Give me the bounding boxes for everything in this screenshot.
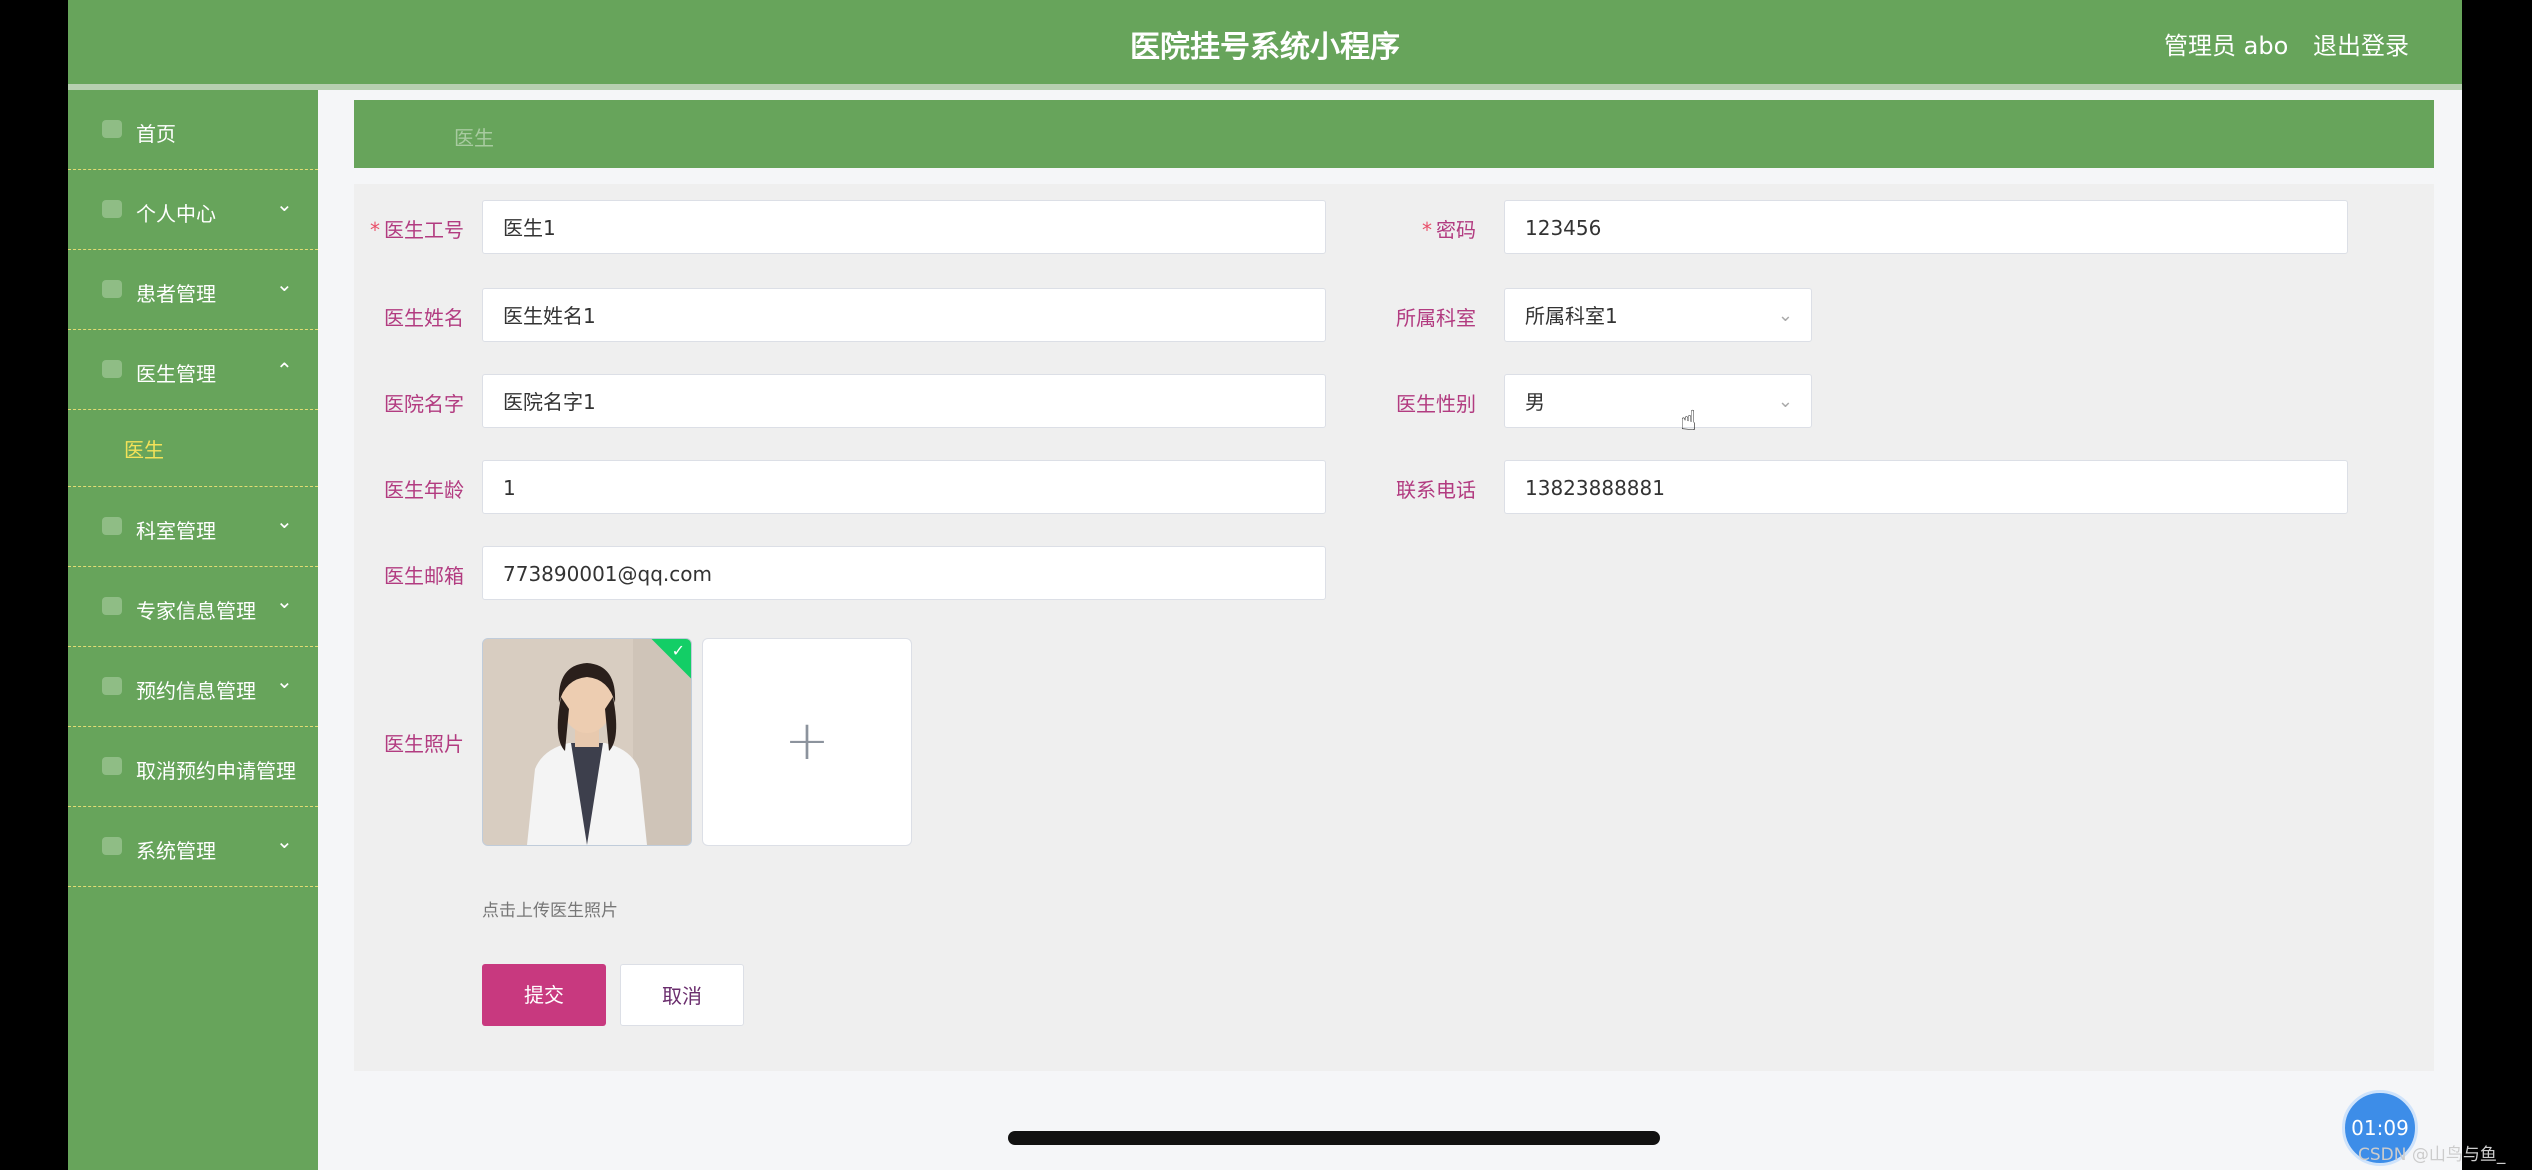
doctor-id-label: * 医生工号 [370, 218, 464, 242]
hospital-name-label: 医院名字 [384, 392, 464, 416]
upload-success-check-icon: ✓ [671, 641, 685, 660]
app-title: 医院挂号系统小程序 [1130, 30, 1400, 65]
sidebar-subitem-doctor[interactable]: 医生 [68, 410, 318, 487]
chevron-down-icon: ⌄ [276, 669, 293, 693]
age-label: 医生年龄 [384, 478, 464, 502]
main-content: 医生 * 医生工号 医生1 * 密码 123456 医生姓名 医生姓名1 所属科室 … [354, 100, 2434, 1075]
breadcrumb-item[interactable]: 医生 [454, 122, 494, 151]
photo-upload-button[interactable]: + [702, 638, 912, 846]
home-icon [102, 120, 122, 138]
sidebar-item-home[interactable]: 首页 [68, 90, 318, 170]
doctor-photo-thumbnail[interactable]: ✓ [482, 638, 692, 846]
department-select[interactable]: 所属科室1 ⌄ [1504, 288, 1812, 342]
cancel-button[interactable]: 取消 [620, 964, 744, 1026]
chevron-down-icon: ⌄ [276, 272, 293, 296]
expert-icon [102, 597, 122, 615]
department-icon [102, 517, 122, 535]
gender-select[interactable]: 男 ⌄ [1504, 374, 1812, 428]
settings-icon [102, 837, 122, 855]
app-window: 医院挂号系统小程序 管理员 abo 退出登录 首页 个人中心 ⌄ 患者管理 ⌄ … [68, 0, 2462, 1170]
cancel-icon [102, 757, 122, 775]
appointment-icon [102, 677, 122, 695]
chevron-up-icon: ⌃ [276, 358, 293, 382]
sidebar-item-expert-info[interactable]: 专家信息管理 ⌄ [68, 567, 318, 647]
hand-cursor-icon: ☝ [1680, 404, 1698, 437]
sidebar-item-patient-management[interactable]: 患者管理 ⌄ [68, 250, 318, 330]
chevron-down-icon: ⌄ [276, 829, 293, 853]
patient-icon [102, 280, 122, 298]
doctor-name-input[interactable]: 医生姓名1 [482, 288, 1326, 342]
phone-input[interactable]: 13823888881 [1504, 460, 2348, 514]
chevron-down-icon: ⌄ [1777, 305, 1793, 326]
breadcrumb: 医生 [354, 100, 2434, 168]
doctor-photo-image [483, 639, 691, 845]
password-label: * 密码 [1422, 218, 1476, 242]
doctor-icon [102, 360, 122, 378]
password-input[interactable]: 123456 [1504, 200, 2348, 254]
sidebar-item-appointment-info[interactable]: 预约信息管理 ⌄ [68, 647, 318, 727]
user-icon [102, 200, 122, 218]
sidebar-item-personal-center[interactable]: 个人中心 ⌄ [68, 170, 318, 250]
email-label: 医生邮箱 [384, 564, 464, 588]
home-indicator-bar [1008, 1131, 1660, 1145]
department-label: 所属科室 [1396, 306, 1476, 330]
plus-icon: + [784, 709, 830, 772]
doctor-form: * 医生工号 医生1 * 密码 123456 医生姓名 医生姓名1 所属科室 所属科… [354, 184, 2434, 1071]
sidebar-menu: 首页 个人中心 ⌄ 患者管理 ⌄ 医生管理 ⌃ 医生 科室管理 ⌄ 专家信息管理 [68, 90, 318, 1170]
age-input[interactable]: 1 [482, 460, 1326, 514]
sidebar-item-doctor-management[interactable]: 医生管理 ⌃ [68, 330, 318, 410]
chevron-down-icon: ⌄ [276, 509, 293, 533]
phone-label: 联系电话 [1396, 478, 1476, 502]
sidebar-item-cancel-requests[interactable]: 取消预约申请管理 [68, 727, 318, 807]
email-input[interactable]: 773890001@qq.com [482, 546, 1326, 600]
top-header: 医院挂号系统小程序 管理员 abo 退出登录 [68, 0, 2462, 90]
photo-label: 医生照片 [384, 732, 464, 756]
chevron-down-icon: ⌄ [276, 589, 293, 613]
photo-upload-hint: 点击上传医生照片 [482, 901, 618, 921]
gender-label: 医生性别 [1396, 392, 1476, 416]
chevron-down-icon: ⌄ [276, 192, 293, 216]
logout-link[interactable]: 退出登录 [2313, 26, 2409, 61]
doctor-name-label: 医生姓名 [384, 306, 464, 330]
submit-button[interactable]: 提交 [482, 964, 606, 1026]
sidebar-item-department-management[interactable]: 科室管理 ⌄ [68, 487, 318, 567]
hospital-name-input[interactable]: 医院名字1 [482, 374, 1326, 428]
doctor-id-input[interactable]: 医生1 [482, 200, 1326, 254]
watermark: CSDN @山鸟与鱼_ [2358, 1145, 2506, 1165]
admin-user-label: 管理员 abo [2164, 32, 2289, 60]
sidebar-item-system-management[interactable]: 系统管理 ⌄ [68, 807, 318, 887]
chevron-down-icon: ⌄ [1777, 391, 1793, 412]
